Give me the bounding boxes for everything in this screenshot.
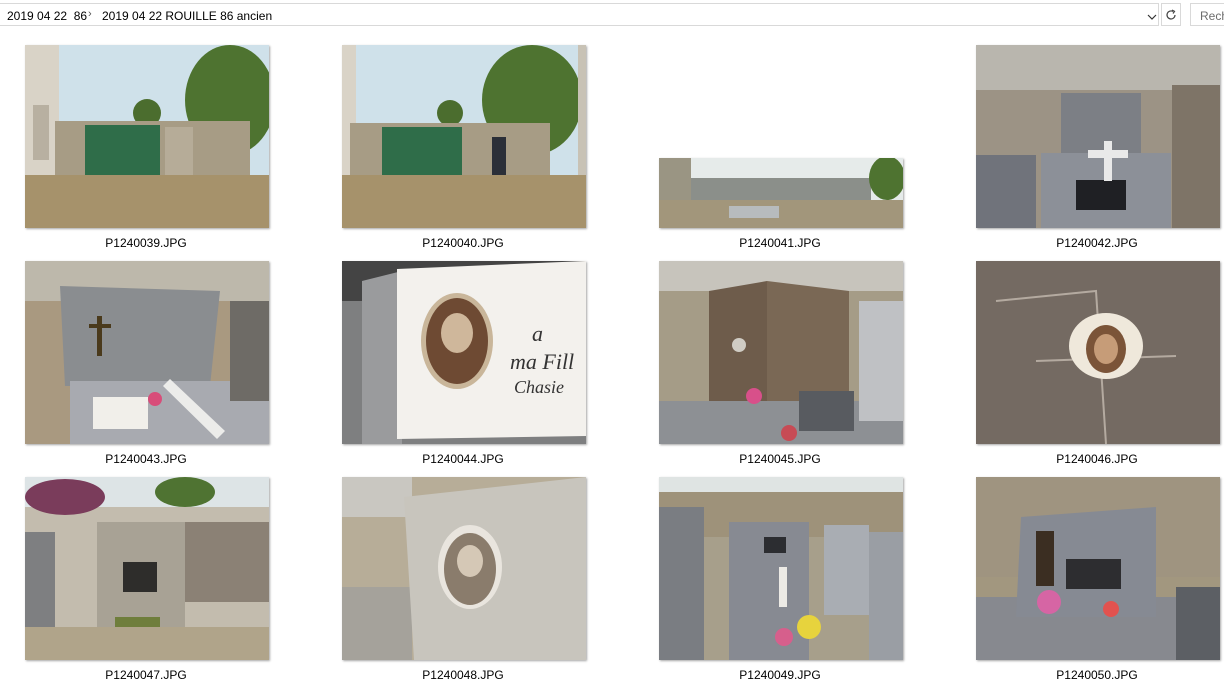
thumbnail-image[interactable]	[25, 477, 269, 660]
search-input[interactable]: Rech	[1190, 3, 1224, 26]
file-item[interactable]: P1240045.JPG	[634, 246, 951, 466]
svg-text:Chasie: Chasie	[514, 377, 564, 397]
search-placeholder: Rech	[1200, 9, 1224, 23]
file-item[interactable]: P1240046.JPG	[951, 246, 1224, 466]
file-name[interactable]: P1240049.JPG	[634, 668, 926, 682]
thumbnail-image[interactable]	[25, 45, 269, 228]
address-bar[interactable]: 2019 04 22 86 › 2019 04 22 ROUILLE 86 an…	[0, 3, 1159, 26]
address-bar-row: 2019 04 22 86 › 2019 04 22 ROUILLE 86 an…	[0, 0, 1224, 30]
breadcrumb-item-current[interactable]: 2019 04 22 ROUILLE 86 ancien	[102, 9, 272, 23]
chevron-down-icon[interactable]	[1147, 12, 1157, 22]
svg-text:a: a	[532, 321, 543, 346]
thumbnail-image[interactable]	[25, 261, 269, 444]
thumbnail-image[interactable]	[659, 158, 903, 228]
thumbnail-image[interactable]	[342, 45, 586, 228]
file-item[interactable]: P1240048.JPG	[317, 462, 634, 682]
file-item[interactable]: P1240040.JPG	[317, 30, 634, 250]
thumbnail-image[interactable]	[976, 45, 1220, 228]
file-grid: P1240039.JPG P1240040.JPG P1240041.JPG P…	[0, 30, 1224, 686]
thumbnail-image[interactable]: a ma Fill Chasie	[342, 261, 586, 444]
refresh-button[interactable]	[1161, 3, 1181, 26]
file-item[interactable]: P1240050.JPG	[951, 462, 1224, 682]
thumbnail-image[interactable]	[976, 477, 1220, 660]
breadcrumb-item-parent[interactable]: 2019 04 22 86	[7, 9, 87, 23]
svg-text:ma Fill: ma Fill	[510, 349, 574, 374]
thumbnail-image[interactable]	[659, 477, 903, 660]
file-item[interactable]: P1240041.JPG	[634, 30, 951, 250]
file-item[interactable]: a ma Fill Chasie P1240044.JPG	[317, 246, 634, 466]
refresh-icon	[1166, 9, 1176, 20]
file-item[interactable]: P1240039.JPG	[0, 30, 317, 250]
thumbnail-image[interactable]	[342, 477, 586, 660]
file-item[interactable]: P1240049.JPG	[634, 462, 951, 682]
file-name[interactable]: P1240050.JPG	[951, 668, 1224, 682]
thumbnail-image[interactable]	[976, 261, 1220, 444]
file-name[interactable]: P1240047.JPG	[0, 668, 292, 682]
breadcrumb-separator[interactable]: ›	[88, 8, 92, 20]
file-item[interactable]: P1240042.JPG	[951, 30, 1224, 250]
file-item[interactable]: P1240043.JPG	[0, 246, 317, 466]
thumbnail-image[interactable]	[659, 261, 903, 444]
file-name[interactable]: P1240048.JPG	[317, 668, 609, 682]
file-item[interactable]: P1240047.JPG	[0, 462, 317, 682]
